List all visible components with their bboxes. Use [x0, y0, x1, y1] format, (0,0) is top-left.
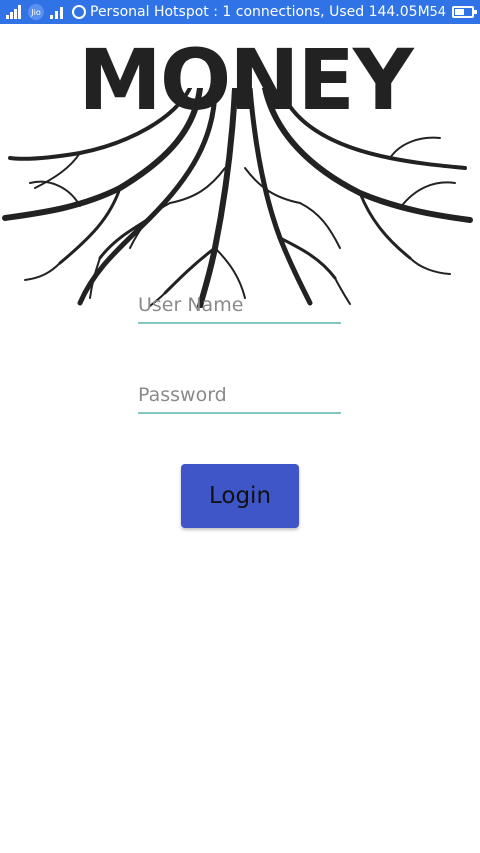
password-input[interactable] — [138, 378, 341, 414]
tree-roots-illustration — [2, 88, 473, 308]
carrier-badge-icon: Jio — [28, 4, 44, 20]
battery-icon — [452, 6, 477, 18]
login-screen: Jio Personal Hotspot : 1 connections, Us… — [0, 0, 480, 853]
username-input[interactable] — [138, 288, 341, 324]
battery-percent: 54 — [429, 4, 446, 20]
status-left: Jio — [6, 4, 86, 20]
money-roots-logo: MONEY — [0, 28, 480, 308]
login-button[interactable]: Login — [181, 464, 299, 528]
secondary-signal-icon — [50, 7, 63, 19]
hotspot-icon — [72, 5, 86, 19]
battery-fill — [455, 9, 464, 15]
status-bar: Jio Personal Hotspot : 1 connections, Us… — [0, 0, 480, 24]
hotspot-notification-text: Personal Hotspot : 1 connections, Used 1… — [90, 4, 430, 20]
signal-strength-icon — [6, 5, 21, 19]
status-right: 54 — [429, 4, 477, 20]
